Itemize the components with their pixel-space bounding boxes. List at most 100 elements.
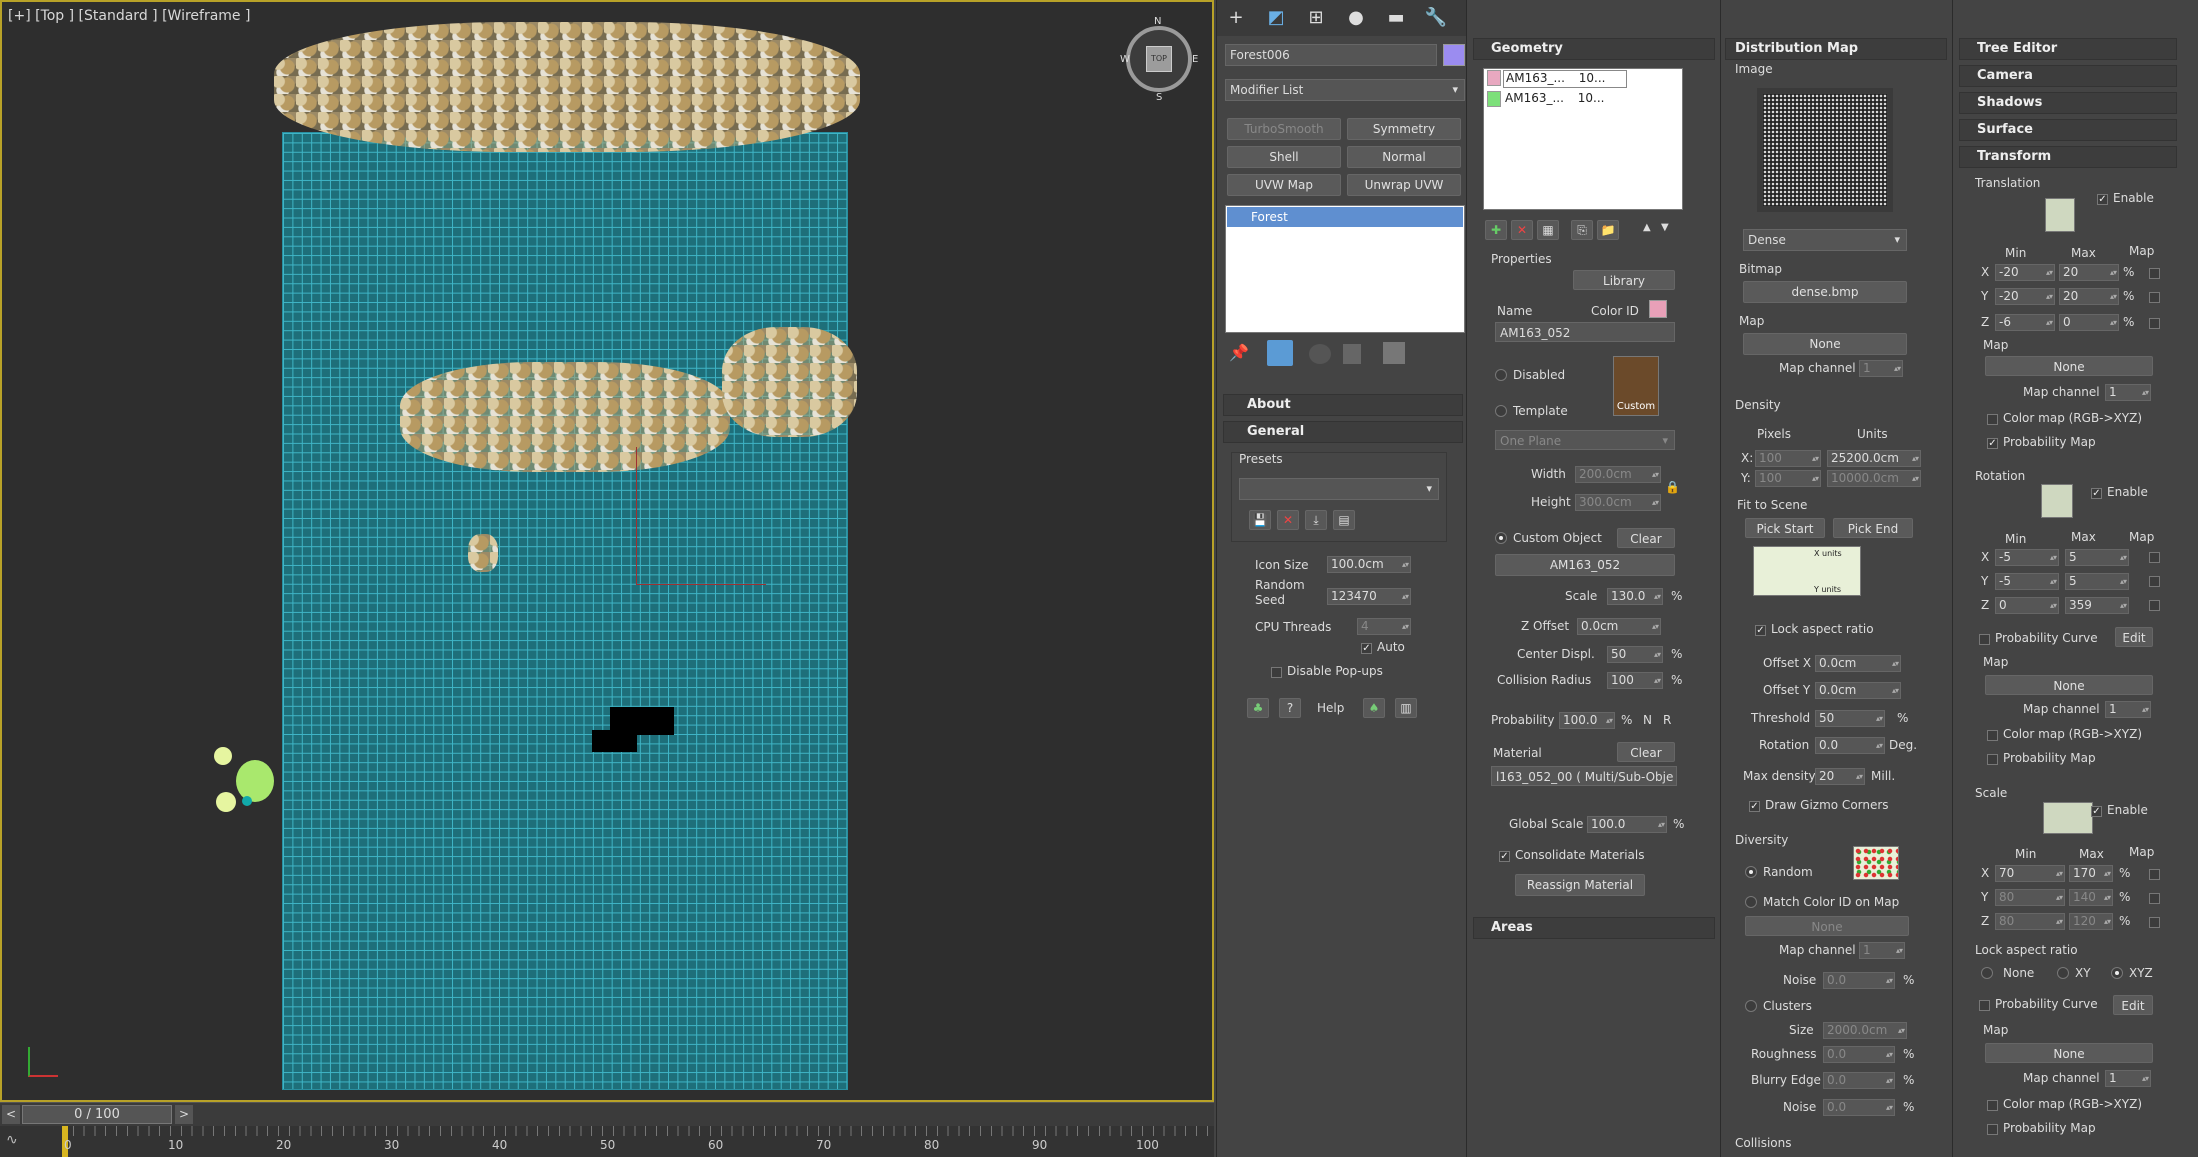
geometry-item-1[interactable]: AM163_... 10... [1503, 70, 1627, 88]
diversity-map-none-button[interactable]: None [1745, 916, 1909, 936]
forest-logo-icon[interactable]: ♣ [1247, 698, 1269, 718]
unwrap-uvw-button[interactable]: Unwrap UVW [1347, 174, 1461, 196]
translation-map-channel-input[interactable]: 1 [2105, 384, 2151, 401]
probability-n-button[interactable]: N [1643, 713, 1652, 727]
delete-preset-icon[interactable]: ✕ [1277, 510, 1299, 530]
translation-color-map-checkbox[interactable] [1987, 414, 1998, 425]
move-up-icon[interactable]: ▲ [1643, 222, 1651, 233]
library-button[interactable]: Library [1573, 270, 1675, 290]
next-frame-button[interactable]: > [175, 1105, 193, 1124]
draw-gizmo-checkbox[interactable]: ✓ [1749, 801, 1760, 812]
max-density-input[interactable]: 20 [1815, 768, 1865, 785]
roughness-input[interactable]: 0.0 [1823, 1046, 1895, 1063]
lock-xy-radio[interactable] [2057, 967, 2069, 979]
rotation-edit-button[interactable]: Edit [2115, 627, 2153, 647]
track-bar[interactable]: ∿ 0 10 20 30 40 50 60 70 80 90 100 [0, 1126, 1214, 1157]
scale-prob-map-checkbox[interactable] [1987, 1124, 1998, 1135]
presets-dropdown[interactable] [1239, 478, 1439, 500]
folder-geometry-icon[interactable]: 📁 [1597, 220, 1619, 240]
scale-x-map-checkbox[interactable] [2149, 869, 2160, 880]
scale-x-min[interactable]: 70 [1995, 865, 2065, 882]
probability-r-button[interactable]: R [1663, 713, 1671, 727]
diversity-map-channel-input[interactable]: 1 [1859, 942, 1905, 959]
custom-object-radio[interactable] [1495, 532, 1507, 544]
scale-map-none-button[interactable]: None [1985, 1043, 2153, 1063]
translation-x-min[interactable]: -20 [1995, 264, 2055, 281]
viewport-top[interactable]: [+] [Top ] [Standard ] [Wireframe ] TOP … [0, 0, 1214, 1102]
pick-end-button[interactable]: Pick End [1833, 518, 1913, 538]
pin-stack-icon[interactable]: 📌 [1229, 343, 1249, 362]
rotation-prob-map-checkbox[interactable] [1987, 754, 1998, 765]
remove-geometry-icon[interactable]: ✕ [1511, 220, 1533, 240]
map-channel-input[interactable]: 1 [1859, 360, 1903, 377]
scale-z-map-checkbox[interactable] [2149, 917, 2160, 928]
display-tab-icon[interactable]: ▬ [1383, 6, 1409, 30]
disable-popups-checkbox[interactable] [1271, 667, 1282, 678]
translation-z-max[interactable]: 0 [2059, 314, 2119, 331]
template-radio[interactable] [1495, 405, 1507, 417]
scale-edit-button[interactable]: Edit [2113, 995, 2153, 1015]
lock-icon[interactable]: 🔒 [1665, 480, 1680, 494]
object-color-swatch[interactable] [1443, 44, 1465, 66]
viewcube-compass[interactable]: TOP N S E W [1120, 16, 1198, 103]
units-y-input[interactable]: 10000.0cm [1827, 470, 1921, 487]
cluster-noise-input[interactable]: 0.0 [1823, 1099, 1895, 1116]
add-geometry-icon[interactable]: ✚ [1485, 220, 1507, 240]
rotation-map-channel-input[interactable]: 1 [2105, 701, 2151, 718]
modifier-list-dropdown[interactable]: Modifier List [1225, 79, 1465, 101]
curve-editor-icon[interactable]: ∿ [6, 1132, 18, 1148]
save-preset-icon[interactable]: 💾 [1249, 510, 1271, 530]
scale-color-map-checkbox[interactable] [1987, 1100, 1998, 1111]
help-icon[interactable]: ? [1279, 698, 1301, 718]
cpu-threads-input[interactable]: 4 [1357, 618, 1411, 635]
rotation-z-min[interactable]: 0 [1995, 597, 2059, 614]
rotation-map-none-button[interactable]: None [1985, 675, 2153, 695]
shadows-title[interactable]: Shadows [1977, 95, 2042, 110]
global-scale-input[interactable]: 100.0 [1587, 816, 1667, 833]
custom-object-thumbnail[interactable]: Custom [1613, 356, 1659, 416]
pixels-x-input[interactable]: 100 [1755, 450, 1821, 467]
rotation-y-map-checkbox[interactable] [2149, 576, 2160, 587]
new-preset-icon[interactable]: ▤ [1333, 510, 1355, 530]
color-id-swatch[interactable] [1649, 300, 1667, 318]
rotation-x-min[interactable]: -5 [1995, 549, 2059, 566]
distribution-map-title[interactable]: Distribution Map [1735, 41, 1858, 56]
rotation-x-map-checkbox[interactable] [2149, 552, 2160, 563]
lock-aspect-checkbox[interactable]: ✓ [1755, 625, 1766, 636]
name-input[interactable]: AM163_052 [1495, 322, 1675, 342]
center-displ-input[interactable]: 50 [1607, 646, 1663, 663]
translation-z-map-checkbox[interactable] [2149, 318, 2160, 329]
scale-z-max[interactable]: 120 [2069, 913, 2113, 930]
custom-object-clear-button[interactable]: Clear [1617, 528, 1675, 548]
geometry-item-2[interactable]: AM163_... 10... [1503, 91, 1627, 109]
width-input[interactable]: 200.0cm [1575, 466, 1661, 483]
rotation-input[interactable]: 0.0 [1815, 737, 1885, 754]
uvw-map-button[interactable]: UVW Map [1227, 174, 1341, 196]
material-field[interactable]: l163_052_00 ( Multi/Sub-Obje [1491, 766, 1677, 786]
rotation-color-map-checkbox[interactable] [1987, 730, 1998, 741]
translation-x-map-checkbox[interactable] [2149, 268, 2160, 279]
pixels-y-input[interactable]: 100 [1755, 470, 1821, 487]
stack-item-forest[interactable]: Forest [1227, 207, 1463, 227]
custom-object-name-button[interactable]: AM163_052 [1495, 554, 1675, 576]
normal-button[interactable]: Normal [1347, 146, 1461, 168]
about-rollout-title[interactable]: About [1247, 397, 1291, 412]
general-rollout-title[interactable]: General [1247, 424, 1304, 439]
copy-geometry-icon[interactable]: ⎘ [1571, 220, 1593, 240]
stats-icon[interactable]: ▥ [1395, 698, 1417, 718]
rotation-y-min[interactable]: -5 [1995, 573, 2059, 590]
areas-title[interactable]: Areas [1491, 920, 1533, 935]
z-offset-input[interactable]: 0.0cm [1577, 618, 1661, 635]
object-name-input[interactable]: Forest006 [1225, 44, 1437, 66]
scale-map-channel-input[interactable]: 1 [2105, 1070, 2151, 1087]
time-slider[interactable]: 0 / 100 [22, 1105, 172, 1124]
bitmap-button[interactable]: dense.bmp [1743, 281, 1907, 303]
reassign-material-button[interactable]: Reassign Material [1515, 874, 1645, 896]
rotation-prob-curve-checkbox[interactable] [1979, 634, 1990, 645]
translation-enable-checkbox[interactable]: ✓ [2097, 194, 2108, 205]
scale-input[interactable]: 130.0 [1607, 588, 1663, 605]
make-unique-icon[interactable] [1309, 344, 1331, 364]
camera-title[interactable]: Camera [1977, 68, 2033, 83]
random-radio[interactable] [1745, 866, 1757, 878]
translation-z-min[interactable]: -6 [1995, 314, 2055, 331]
